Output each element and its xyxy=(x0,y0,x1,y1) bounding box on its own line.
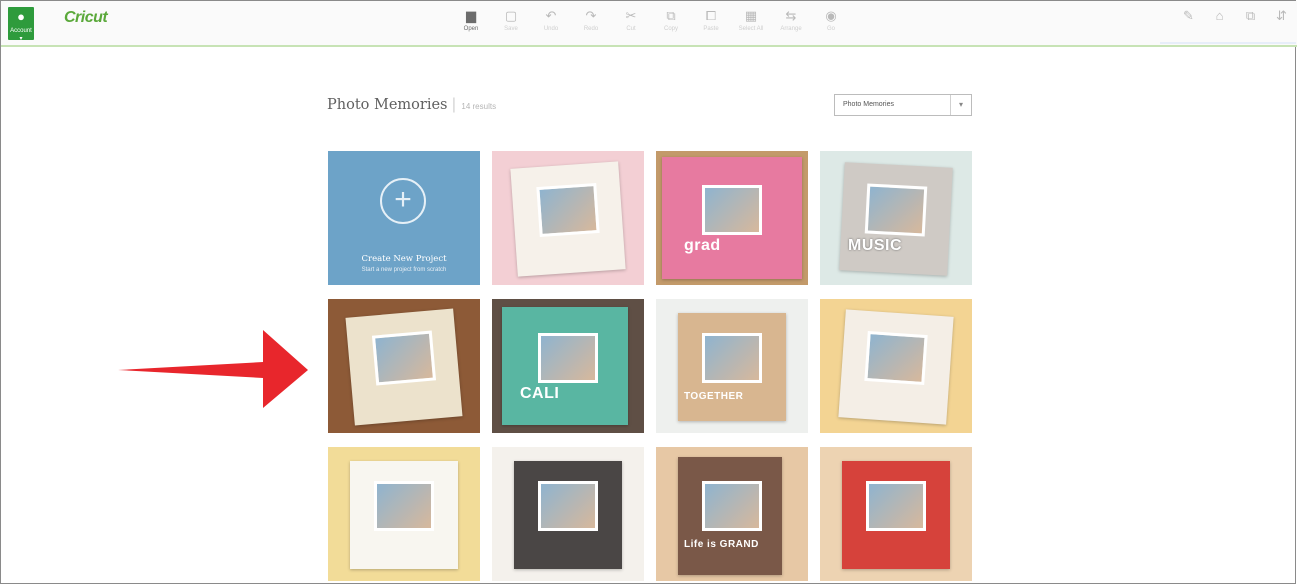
toolbar-label: Select All xyxy=(738,26,764,32)
save-icon: ▢ xyxy=(504,8,518,23)
photo xyxy=(536,182,600,238)
create-new-project-tile[interactable]: + Create New Project Start a new project… xyxy=(328,151,480,285)
project-tile-together-layout[interactable]: TOGETHER xyxy=(656,299,808,433)
top-toolbar: ● Account ▾ Cricut ▆ Open ▢ Save ↶ Undo ↷ Redo ✂… xyxy=(1,1,1297,47)
flip-icon: ⇵ xyxy=(1276,8,1287,23)
redo-icon: ↷ xyxy=(585,8,597,23)
photo xyxy=(864,330,928,386)
photo xyxy=(374,481,434,531)
page-title-text: Photo Memories xyxy=(327,97,448,113)
project-tile-birthday-cake-layout[interactable] xyxy=(820,447,972,581)
copy-icon: ⧉ xyxy=(666,8,676,23)
edit-icon: ✎ xyxy=(1183,8,1194,23)
user-icon: ● xyxy=(17,9,25,24)
plus-circle-icon: + xyxy=(380,178,426,224)
toolbar-attach-button[interactable]: ⧉ xyxy=(1235,7,1266,41)
photo xyxy=(702,185,762,235)
photo xyxy=(866,481,926,531)
toolbar-save-button[interactable]: ▢ Save xyxy=(491,7,531,41)
toolbar-undo-button[interactable]: ↶ Undo xyxy=(531,7,571,41)
photo xyxy=(371,330,437,386)
page-title-text: grad xyxy=(684,237,721,254)
toolbar-flip-button[interactable]: ⇵ xyxy=(1266,7,1297,41)
settings-icon: ◉ xyxy=(825,8,837,23)
toolbar-label: Redo xyxy=(583,26,599,32)
toolbar-label: Go xyxy=(826,26,835,32)
category-dropdown-value: Photo Memories xyxy=(843,101,894,108)
toolbar-weld-button[interactable]: ⌂ xyxy=(1204,7,1235,41)
toolbar-cut-button[interactable]: ✂ Cut xyxy=(611,7,651,41)
cut-icon: ✂ xyxy=(625,8,637,23)
toolbar-folder-button[interactable]: ▆ Open xyxy=(451,7,491,41)
category-dropdown[interactable]: Photo Memories ▾ xyxy=(834,94,972,116)
weld-icon: ⌂ xyxy=(1215,8,1224,23)
page-title-text: TOGETHER xyxy=(684,391,744,402)
page-title-text: Life is GRAND xyxy=(684,539,759,550)
edit-toolbar: ▆ Open ▢ Save ↶ Undo ↷ Redo ✂ Cut ⧉ Copy ⧠ Paste ▦ Sele… xyxy=(451,7,851,43)
photo xyxy=(702,481,762,531)
toolbar-label: Cut xyxy=(626,26,636,32)
page-title-text: MUSIC xyxy=(848,237,903,254)
photo xyxy=(538,333,598,383)
window-frame xyxy=(0,0,1296,584)
arrange-icon: ⇆ xyxy=(785,8,797,23)
right-toolbar-underline xyxy=(1160,42,1296,44)
project-tile-forest-couple-layout[interactable] xyxy=(492,447,644,581)
folder-icon: ▆ xyxy=(466,8,476,23)
cricut-logo[interactable]: Cricut xyxy=(64,9,108,27)
toolbar-edit-button[interactable]: ✎ xyxy=(1173,7,1204,41)
account-button[interactable]: ● Account ▾ xyxy=(8,7,34,42)
toolbar-label: Copy xyxy=(663,26,678,32)
project-tile-friends-strip-layout[interactable] xyxy=(820,299,972,433)
create-new-project-subtitle: Start a new project from scratch xyxy=(361,267,447,273)
red-arrow-annotation xyxy=(118,330,308,408)
attach-icon: ⧉ xyxy=(1245,8,1256,23)
page-title: Photo Memories | 14 results xyxy=(327,97,496,113)
project-tile-graduate-flower-layout[interactable]: grad xyxy=(656,151,808,285)
toolbar-label: Undo xyxy=(543,26,559,32)
toolbar-copy-button[interactable]: ⧉ Copy xyxy=(651,7,691,41)
undo-icon: ↶ xyxy=(545,8,557,23)
photo xyxy=(538,481,598,531)
toolbar-redo-button[interactable]: ↷ Redo xyxy=(571,7,611,41)
title-divider: | xyxy=(451,97,457,113)
page-title-text: CALI xyxy=(520,385,560,402)
photo xyxy=(864,183,928,237)
toolbar-label: Paste xyxy=(703,26,719,32)
paste-icon: ⧠ xyxy=(705,8,717,23)
toolbar-label: Save xyxy=(504,26,518,32)
toolbar-label: Arrange xyxy=(780,26,802,32)
toolbar-label: Open xyxy=(463,26,479,32)
toolbar-select-all-button[interactable]: ▦ Select All xyxy=(731,7,771,41)
account-label: Account ▾ xyxy=(10,28,32,42)
toolbar-paste-button[interactable]: ⧠ Paste xyxy=(691,7,731,41)
result-count: 14 results xyxy=(461,102,497,111)
chevron-down-icon[interactable]: ▾ xyxy=(950,95,971,115)
right-toolbar: ✎ ⌂ ⧉ ⇵ xyxy=(1173,7,1297,41)
project-tile-baby-photo-card[interactable] xyxy=(492,151,644,285)
photo xyxy=(702,333,762,383)
create-new-project-title: Create New Project xyxy=(361,254,447,264)
project-tile-boy-sailboat-layout[interactable] xyxy=(328,299,480,433)
project-tile-camera-frame-layout[interactable]: CALI xyxy=(492,299,644,433)
toolbar-settings-button[interactable]: ◉ Go xyxy=(811,7,851,41)
project-tile-music-layout[interactable]: MUSIC xyxy=(820,151,972,285)
toolbar-arrange-button[interactable]: ⇆ Arrange xyxy=(771,7,811,41)
select-all-icon: ▦ xyxy=(744,8,758,23)
project-tile-life-is-grand-layout[interactable]: Life is GRAND xyxy=(656,447,808,581)
project-tile-chevron-girl-layout[interactable] xyxy=(328,447,480,581)
